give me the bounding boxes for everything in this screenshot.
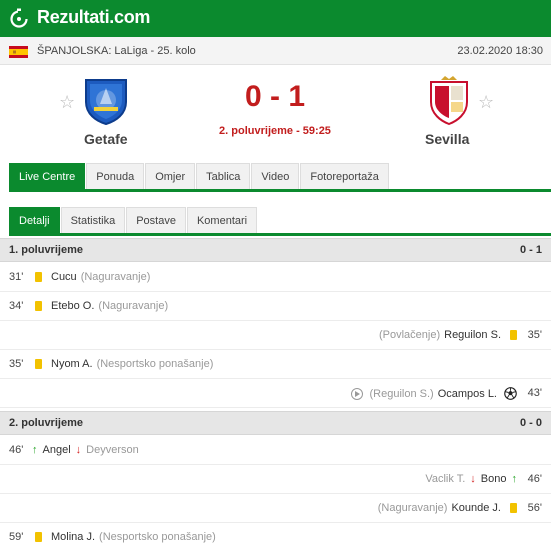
event-row: 46' ↑ Angel ↓ Deyverson bbox=[0, 436, 551, 465]
event-row: (Reguilon S.) Ocampos L. 43' bbox=[0, 379, 551, 408]
substitution-in-icon: ↑ bbox=[32, 444, 38, 456]
substitution-out-icon: ↓ bbox=[470, 473, 476, 485]
main-tabs-underline bbox=[9, 189, 551, 192]
event-content: (Reguilon S.) Ocampos L. bbox=[351, 387, 517, 400]
event-player-out[interactable]: Deyverson bbox=[86, 444, 139, 456]
event-row: 34' Etebo O. (Naguravanje) bbox=[0, 292, 551, 321]
match-info-bar: ŠPANJOLSKA: LaLiga - 25. kolo 23.02.2020… bbox=[0, 37, 551, 65]
tab-video[interactable]: Video bbox=[251, 163, 300, 189]
event-minute: 46' bbox=[527, 473, 542, 485]
tab-ponuda[interactable]: Ponuda bbox=[86, 163, 145, 189]
half-score: 0 - 1 bbox=[519, 244, 542, 256]
event-content: (Povlačenje) Reguilon S. bbox=[379, 329, 517, 341]
event-minute: 35' bbox=[527, 329, 542, 341]
yellow-card-icon bbox=[35, 272, 42, 282]
home-team-name[interactable]: Getafe bbox=[84, 131, 128, 147]
event-minute: 56' bbox=[527, 502, 542, 514]
tab-postave[interactable]: Postave bbox=[126, 207, 186, 233]
league-label[interactable]: ŠPANJOLSKA: LaLiga - 25. kolo bbox=[37, 45, 196, 57]
event-note: (Povlačenje) bbox=[378, 329, 441, 341]
event-content: Molina J. (Nesportsko ponašanje) bbox=[35, 531, 216, 543]
tab-komentari[interactable]: Komentari bbox=[186, 207, 258, 233]
substitution-out-icon: ↓ bbox=[75, 444, 82, 456]
event-row: (Naguravanje) Kounde J. 56' bbox=[0, 494, 551, 523]
event-player[interactable]: Kounde J. bbox=[451, 502, 501, 514]
yellow-card-icon bbox=[510, 503, 517, 513]
event-row: (Povlačenje) Reguilon S. 35' bbox=[0, 321, 551, 350]
event-row: 59' Molina J. (Nesportsko ponašanje) bbox=[0, 523, 551, 550]
event-player[interactable]: Nyom A. bbox=[51, 358, 93, 370]
yellow-card-icon bbox=[35, 359, 42, 369]
event-content: (Naguravanje) Kounde J. bbox=[378, 502, 517, 514]
event-player-in[interactable]: Bono bbox=[481, 473, 507, 485]
stopwatch-logo-icon bbox=[10, 8, 28, 28]
event-note: (Naguravanje) bbox=[98, 300, 169, 312]
event-player[interactable]: Cucu bbox=[51, 271, 77, 283]
event-minute: 34' bbox=[9, 300, 24, 312]
yellow-card-icon bbox=[35, 301, 42, 311]
away-team-crest-icon[interactable] bbox=[423, 74, 475, 126]
yellow-card-icon bbox=[510, 330, 517, 340]
event-minute: 59' bbox=[9, 531, 24, 543]
tab-fotoreportaza[interactable]: Fotoreportaža bbox=[300, 163, 389, 189]
second-half-header: 2. poluvrijeme 0 - 0 bbox=[0, 411, 551, 435]
event-player[interactable]: Reguilon S. bbox=[444, 329, 501, 341]
event-player-in[interactable]: Angel bbox=[43, 444, 71, 456]
yellow-card-icon bbox=[35, 532, 42, 542]
event-row: Vaclik T. ↓ Bono ↑ 46' bbox=[0, 465, 551, 494]
half-title: 2. poluvrijeme bbox=[9, 417, 83, 429]
event-row: 31' Cucu (Naguravanje) bbox=[0, 263, 551, 292]
event-minute: 46' bbox=[9, 444, 24, 456]
sub-tabs-underline bbox=[9, 233, 551, 236]
event-content: Nyom A. (Nesportsko ponašanje) bbox=[35, 358, 213, 370]
match-score: 0 - 1 bbox=[244, 80, 306, 113]
tab-omjer[interactable]: Omjer bbox=[145, 163, 196, 189]
tab-statistika[interactable]: Statistika bbox=[60, 207, 126, 233]
main-tabs: Live Centre Ponuda Omjer Tablica Video F… bbox=[9, 163, 390, 189]
event-minute: 35' bbox=[9, 358, 24, 370]
event-content: Cucu (Naguravanje) bbox=[35, 271, 150, 283]
site-logo-text[interactable]: Rezultati.com bbox=[37, 7, 150, 28]
half-score: 0 - 0 bbox=[519, 417, 542, 429]
match-datetime: 23.02.2020 18:30 bbox=[457, 45, 543, 57]
event-note: (Naguravanje) bbox=[377, 502, 448, 514]
event-player-out[interactable]: Vaclik T. bbox=[425, 473, 465, 485]
substitution-in-icon: ↑ bbox=[511, 473, 518, 485]
half-title: 1. poluvrijeme bbox=[9, 244, 83, 256]
tab-live-centre[interactable]: Live Centre bbox=[9, 163, 86, 189]
top-bar: Rezultati.com bbox=[0, 0, 551, 37]
event-row: 35' Nyom A. (Nesportsko ponašanje) bbox=[0, 350, 551, 379]
sub-tabs: Detalji Statistika Postave Komentari bbox=[9, 207, 258, 233]
event-note: (Naguravanje) bbox=[80, 271, 151, 283]
event-player[interactable]: Ocampos L. bbox=[438, 388, 497, 400]
soccer-ball-icon bbox=[504, 387, 517, 400]
event-player[interactable]: Molina J. bbox=[51, 531, 95, 543]
event-content: Vaclik T. ↓ Bono ↑ bbox=[425, 473, 517, 485]
event-assist: (Reguilon S.) bbox=[369, 387, 434, 400]
tab-tablica[interactable]: Tablica bbox=[196, 163, 251, 189]
tab-detalji[interactable]: Detalji bbox=[9, 207, 60, 233]
home-team-crest-icon[interactable] bbox=[80, 74, 132, 126]
event-player[interactable]: Etebo O. bbox=[51, 300, 94, 312]
spain-flag-icon bbox=[9, 46, 28, 58]
match-status: 2. poluvrijeme - 59:25 bbox=[219, 125, 331, 137]
home-favorite-star-icon[interactable]: ☆ bbox=[59, 92, 75, 113]
first-half-header: 1. poluvrijeme 0 - 1 bbox=[0, 238, 551, 262]
event-content: Etebo O. (Naguravanje) bbox=[35, 300, 168, 312]
event-content: ↑ Angel ↓ Deyverson bbox=[32, 444, 139, 456]
event-note: (Nesportsko ponašanje) bbox=[99, 531, 216, 543]
away-team-name[interactable]: Sevilla bbox=[425, 131, 469, 147]
event-minute: 43' bbox=[527, 387, 542, 399]
away-favorite-star-icon[interactable]: ☆ bbox=[478, 92, 494, 113]
event-minute: 31' bbox=[9, 271, 24, 283]
event-note: (Nesportsko ponašanje) bbox=[96, 358, 214, 370]
assist-icon bbox=[351, 387, 364, 400]
